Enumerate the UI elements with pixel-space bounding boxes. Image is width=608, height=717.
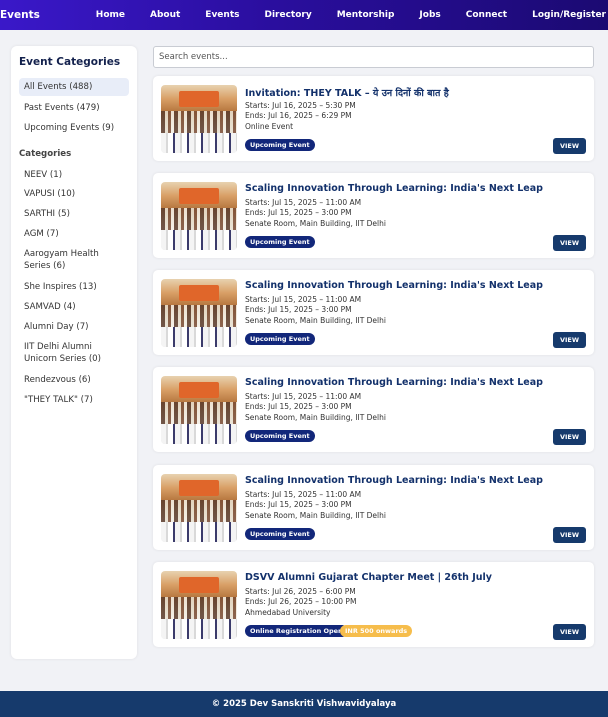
category-item[interactable]: She Inspires (13) — [19, 278, 129, 296]
event-location: Ahmedabad University — [245, 608, 331, 617]
category-item[interactable]: Aarogyam Health Series (6) — [19, 245, 129, 275]
event-title[interactable]: DSVV Alumni Gujarat Chapter Meet | 26th … — [245, 572, 585, 583]
category-item[interactable]: AGM (7) — [19, 225, 129, 243]
status-badge: Upcoming Event — [245, 333, 315, 345]
view-button[interactable]: VIEW — [553, 332, 586, 348]
nav-about[interactable]: About — [150, 10, 180, 20]
footer: © 2025 Dev Sanskriti Vishwavidyalaya — [0, 691, 608, 717]
filter-upcoming-events[interactable]: Upcoming Events (9) — [19, 119, 129, 137]
category-item[interactable]: SAMVAD (4) — [19, 298, 129, 316]
sidebar-title: Event Categories — [19, 56, 121, 68]
event-card: Scaling Innovation Through Learning: Ind… — [153, 173, 594, 258]
event-card: DSVV Alumni Gujarat Chapter Meet | 26th … — [153, 562, 594, 647]
search-input[interactable] — [153, 46, 594, 68]
status-badge: Upcoming Event — [245, 528, 315, 540]
filter-all-events[interactable]: All Events (488) — [19, 78, 129, 96]
price-badge: INR 500 onwards — [340, 625, 413, 637]
event-title[interactable]: Scaling Innovation Through Learning: Ind… — [245, 377, 585, 388]
event-card: Invitation: THEY TALK – ये उन दिनों की ब… — [153, 76, 594, 161]
view-button[interactable]: VIEW — [553, 138, 586, 154]
event-thumbnail — [161, 376, 237, 444]
nav-directory[interactable]: Directory — [264, 10, 311, 20]
event-end: Ends: Jul 15, 2025 – 3:00 PM — [245, 402, 352, 411]
event-start: Starts: Jul 15, 2025 – 11:00 AM — [245, 490, 362, 499]
event-thumbnail — [161, 571, 237, 639]
event-title[interactable]: Scaling Innovation Through Learning: Ind… — [245, 183, 585, 194]
event-location: Senate Room, Main Building, IIT Delhi — [245, 413, 386, 422]
event-end: Ends: Jul 15, 2025 – 3:00 PM — [245, 305, 352, 314]
event-card: Scaling Innovation Through Learning: Ind… — [153, 270, 594, 355]
nav-events[interactable]: Events — [205, 10, 239, 20]
event-title[interactable]: Invitation: THEY TALK – ये उन दिनों की ब… — [245, 86, 585, 99]
event-card: Scaling Innovation Through Learning: Ind… — [153, 465, 594, 550]
event-card: Scaling Innovation Through Learning: Ind… — [153, 367, 594, 452]
status-badge: Upcoming Event — [245, 236, 315, 248]
status-badge: Upcoming Event — [245, 139, 315, 151]
nav-mentorship[interactable]: Mentorship — [337, 10, 395, 20]
event-end: Ends: Jul 16, 2025 – 6:29 PM — [245, 111, 352, 120]
category-item[interactable]: Alumni Day (7) — [19, 318, 129, 336]
status-badge: Upcoming Event — [245, 430, 315, 442]
event-start: Starts: Jul 15, 2025 – 11:00 AM — [245, 198, 362, 207]
category-item[interactable]: Rendezvous (6) — [19, 371, 129, 389]
nav-connect[interactable]: Connect — [466, 10, 507, 20]
event-title[interactable]: Scaling Innovation Through Learning: Ind… — [245, 280, 585, 291]
nav-links: Home About Events Directory Mentorship J… — [96, 0, 606, 30]
view-button[interactable]: VIEW — [553, 429, 586, 445]
event-thumbnail — [161, 279, 237, 347]
category-item[interactable]: "THEY TALK" (7) — [19, 391, 129, 409]
event-location: Senate Room, Main Building, IIT Delhi — [245, 316, 386, 325]
nav-home[interactable]: Home — [96, 10, 125, 20]
categories-heading: Categories — [19, 149, 72, 159]
event-start: Starts: Jul 16, 2025 – 5:30 PM — [245, 101, 356, 110]
event-start: Starts: Jul 26, 2025 – 6:00 PM — [245, 587, 356, 596]
event-location: Online Event — [245, 122, 294, 131]
category-item[interactable]: NEEV (1) — [19, 166, 129, 184]
event-start: Starts: Jul 15, 2025 – 11:00 AM — [245, 392, 362, 401]
event-end: Ends: Jul 15, 2025 – 3:00 PM — [245, 208, 352, 217]
category-item[interactable]: VAPUSI (10) — [19, 185, 129, 203]
view-button[interactable]: VIEW — [553, 527, 586, 543]
event-start: Starts: Jul 15, 2025 – 11:00 AM — [245, 295, 362, 304]
filter-past-events[interactable]: Past Events (479) — [19, 99, 129, 117]
event-location: Senate Room, Main Building, IIT Delhi — [245, 219, 386, 228]
event-end: Ends: Jul 15, 2025 – 3:00 PM — [245, 500, 352, 509]
view-button[interactable]: VIEW — [553, 235, 586, 251]
view-button[interactable]: VIEW — [553, 624, 586, 640]
nav-login-register[interactable]: Login/Register — [532, 10, 606, 20]
registration-badge: Online Registration Open — [245, 625, 348, 637]
brand-logo[interactable]: Events — [0, 0, 40, 30]
nav-jobs[interactable]: Jobs — [419, 10, 440, 20]
event-end: Ends: Jul 26, 2025 – 10:00 PM — [245, 597, 357, 606]
event-location: Senate Room, Main Building, IIT Delhi — [245, 511, 386, 520]
event-thumbnail — [161, 474, 237, 542]
category-item[interactable]: IIT Delhi Alumni Unicorn Series (0) — [19, 338, 129, 368]
category-item[interactable]: SARTHI (5) — [19, 205, 129, 223]
event-title[interactable]: Scaling Innovation Through Learning: Ind… — [245, 475, 585, 486]
top-navbar: Events Home About Events Directory Mento… — [0, 0, 608, 30]
category-sidebar: Event Categories All Events (488) Past E… — [11, 46, 137, 659]
event-thumbnail — [161, 182, 237, 250]
event-thumbnail — [161, 85, 237, 153]
